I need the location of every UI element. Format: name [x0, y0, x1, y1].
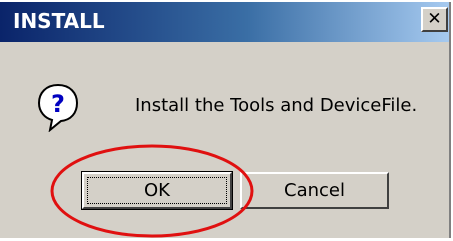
dialog-message: Install the Tools and DeviceFile.: [135, 95, 418, 116]
svg-text:?: ?: [51, 90, 65, 118]
focus-rectangle: [87, 177, 227, 204]
cancel-button-label: Cancel: [284, 180, 345, 201]
cancel-button[interactable]: Cancel: [240, 172, 389, 209]
close-button[interactable]: ✕: [421, 7, 448, 32]
question-icon: ?: [37, 83, 79, 132]
window-title: INSTALL: [13, 9, 105, 33]
ok-button[interactable]: OK: [81, 171, 233, 210]
close-icon: ✕: [427, 9, 442, 29]
install-dialog: INSTALL ✕ ? Install the Tools and Device…: [0, 2, 451, 238]
title-bar[interactable]: INSTALL ✕: [0, 2, 449, 42]
